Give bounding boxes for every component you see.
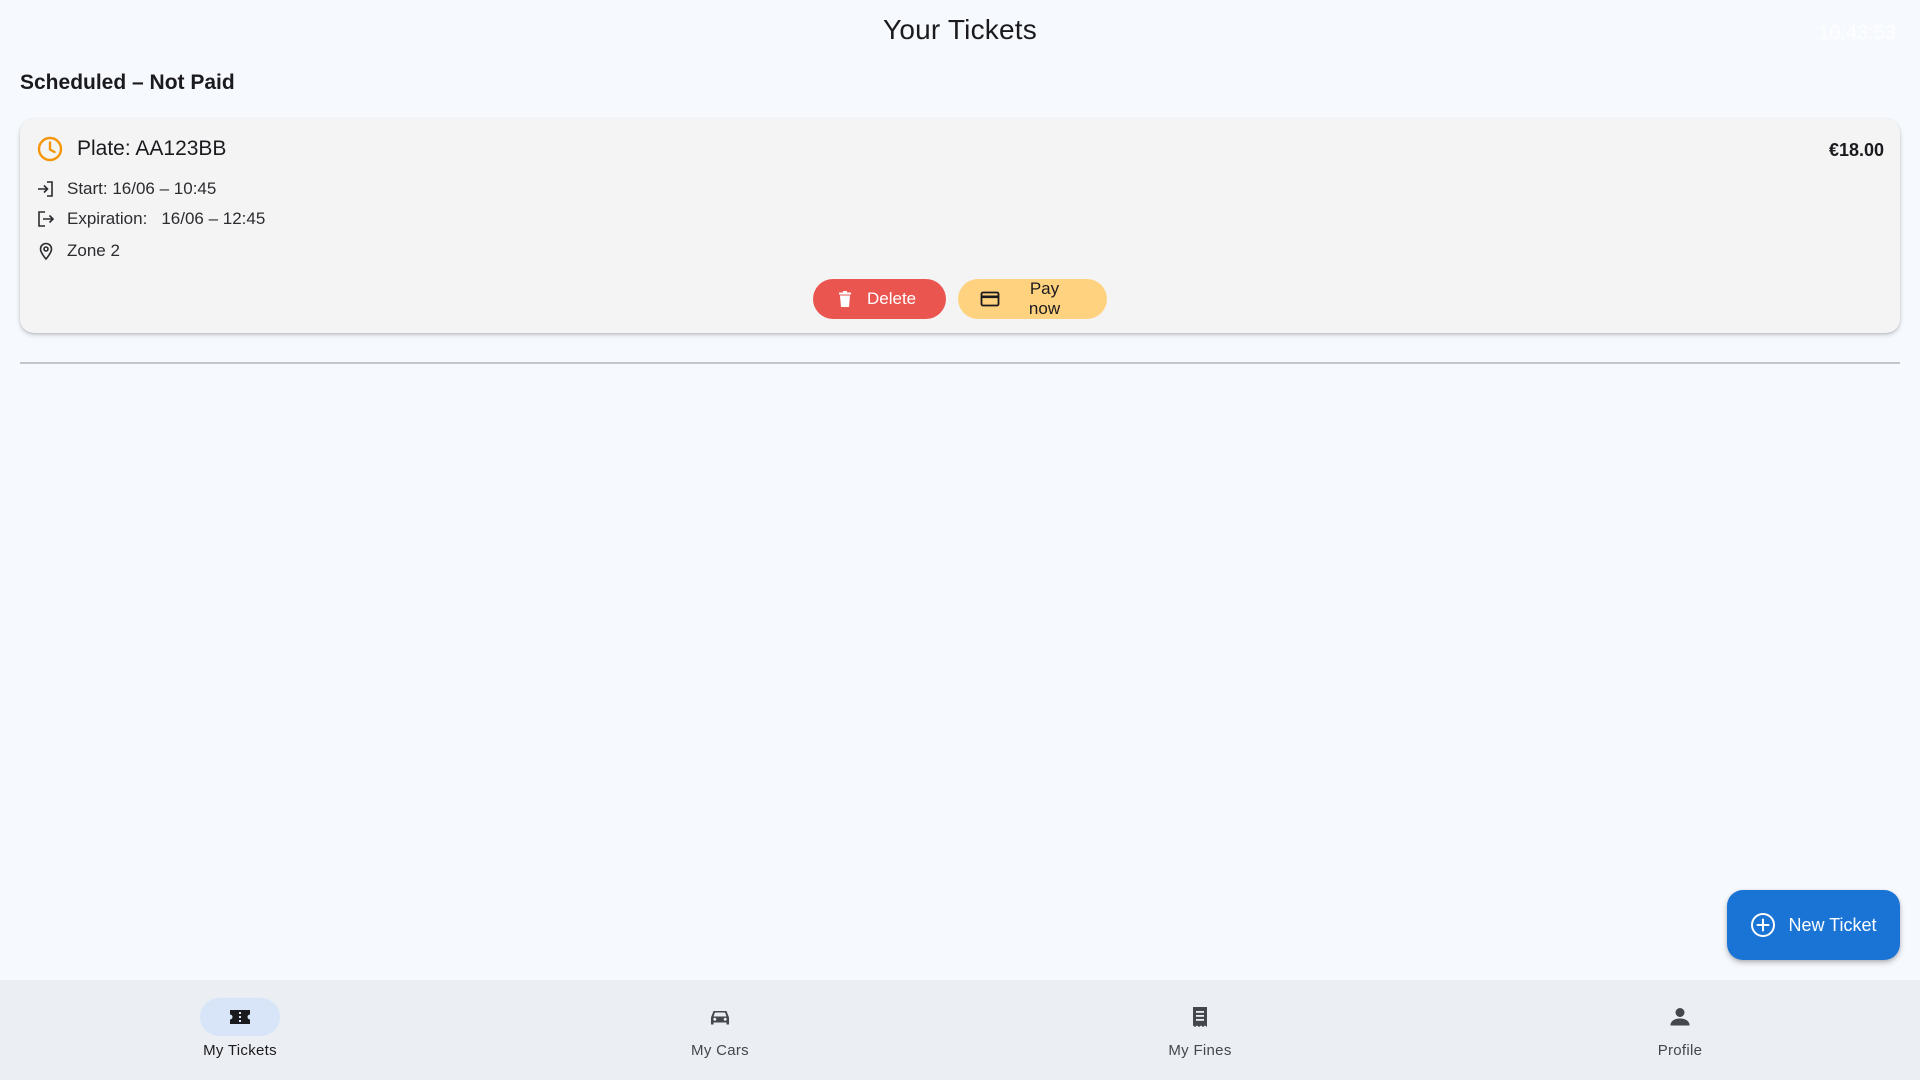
start-row: Start: 16/06 – 10:45 [36,179,216,199]
add-circle-icon [1750,912,1776,938]
expiration-row: Expiration: 16/06 – 12:45 [36,209,265,229]
clock-icon [36,135,64,163]
nav-indicator [200,998,280,1036]
ticket-card[interactable]: Plate: AA123BB €18.00 Start: 16/06 – 10:… [20,119,1900,333]
page-title: Your Tickets [883,14,1037,45]
pay-now-button[interactable]: Pay now [958,279,1107,319]
credit-card-icon [980,289,1000,309]
delete-button[interactable]: Delete [813,279,946,319]
ticket-price: €18.00 [1828,140,1884,160]
plate-label: Plate: AA123BB [77,137,227,160]
expiration-value: 16/06 – 12:45 [161,209,266,228]
new-ticket-button[interactable]: New Ticket [1727,890,1900,960]
section-divider [20,362,1900,364]
receipt-icon [1187,1004,1213,1030]
nav-item-profile[interactable]: Profile [1440,980,1920,1080]
nav-indicator [680,998,760,1036]
zone-row: Zone 2 [36,241,120,261]
new-ticket-label: New Ticket [1788,914,1877,935]
person-icon [1667,1004,1693,1030]
ticket-icon [227,1004,253,1030]
car-icon [707,1004,733,1030]
zone-text: Zone 2 [67,241,120,260]
bottom-navigation: My Tickets My Cars My Fines Profile [0,980,1920,1080]
clock-overlay: 10:43:53 [1818,22,1896,44]
expiration-label: Expiration: [67,209,148,228]
logout-icon [36,209,56,229]
nav-indicator [1640,998,1720,1036]
nav-indicator [1160,998,1240,1036]
start-text: Start: 16/06 – 10:45 [67,179,217,198]
nav-item-my-tickets[interactable]: My Tickets [0,980,480,1080]
nav-item-my-fines[interactable]: My Fines [960,980,1440,1080]
location-pin-icon [36,241,56,261]
nav-label-my-fines: My Fines [1168,1042,1232,1059]
delete-label: Delete [867,289,917,308]
login-icon [36,179,56,199]
ticket-actions: Delete Pay now [20,279,1900,319]
ticket-header: Plate: AA123BB [36,135,226,163]
nav-item-my-cars[interactable]: My Cars [480,980,960,1080]
section-title: Scheduled – Not Paid [20,71,235,94]
pay-now-label: Pay now [1028,279,1061,318]
nav-label-my-tickets: My Tickets [203,1042,277,1059]
trash-icon [835,289,855,309]
app-screen: Your Tickets 10:43:53 Scheduled – Not Pa… [0,0,1920,1080]
nav-label-my-cars: My Cars [691,1042,749,1059]
nav-label-profile: Profile [1657,1042,1703,1059]
